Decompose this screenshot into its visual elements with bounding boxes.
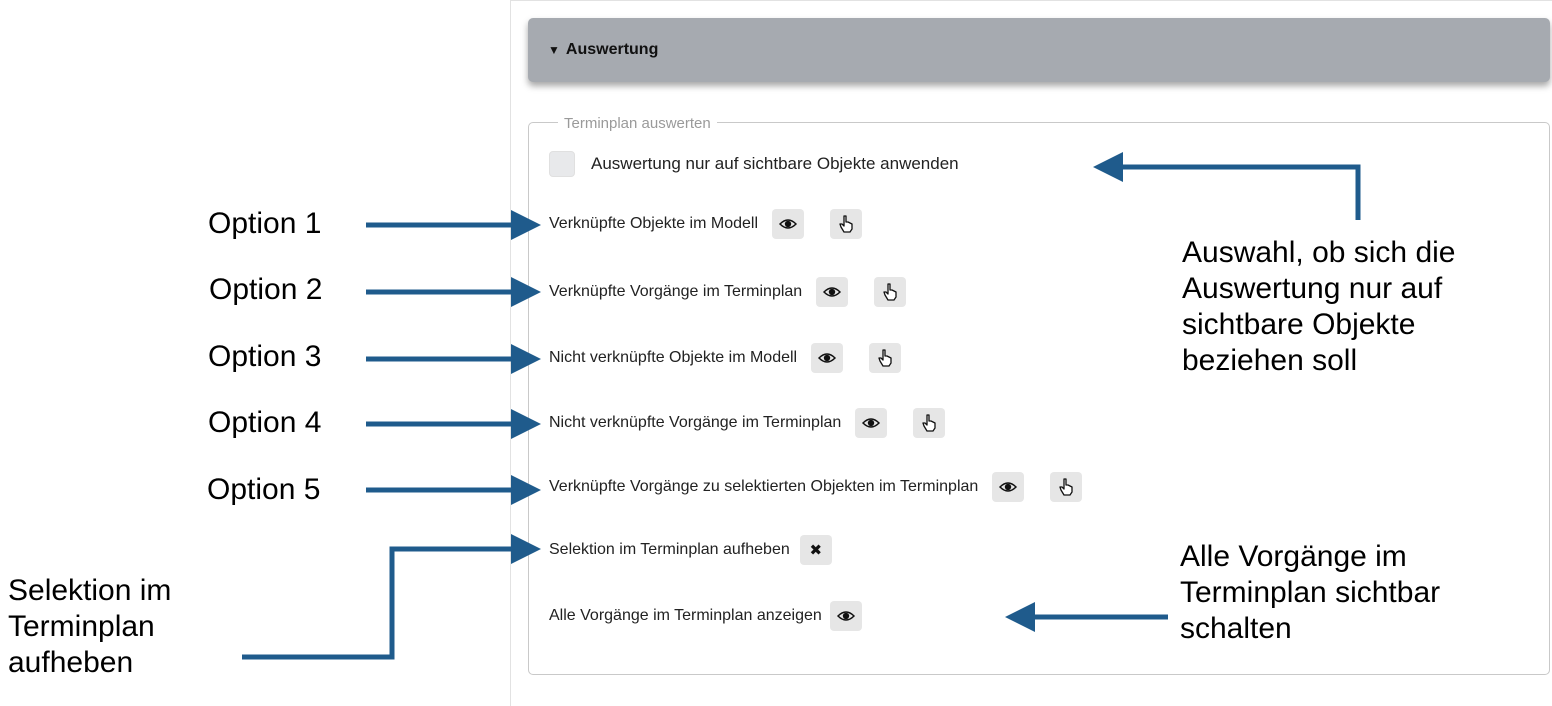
annotation-arrows xyxy=(242,152,1361,660)
